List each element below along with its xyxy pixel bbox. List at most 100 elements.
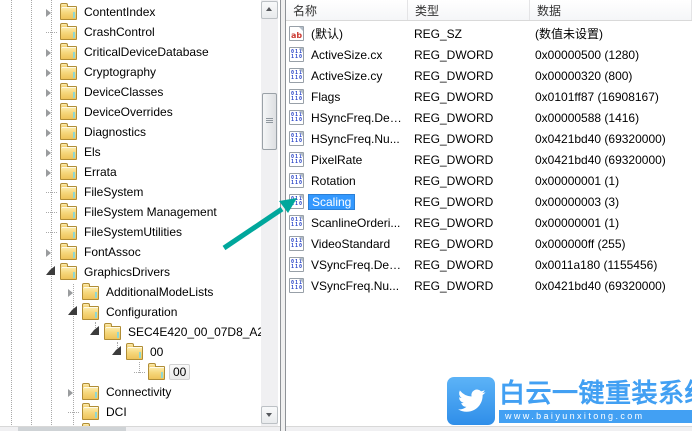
- value-row[interactable]: VSyncFreq.Nu... REG_DWORD 0x0421bd40 (6932…: [286, 275, 692, 296]
- collapse-expander-icon[interactable]: [112, 343, 126, 363]
- value-row[interactable]: ActiveSize.cy REG_DWORD 0x00000320 (800): [286, 65, 692, 86]
- tree-item[interactable]: DCI: [0, 402, 130, 422]
- collapse-expander-icon[interactable]: [68, 303, 82, 323]
- scroll-down-button[interactable]: [261, 406, 278, 424]
- tree-item[interactable]: FileSystem Management: [0, 202, 220, 222]
- column-header-type[interactable]: 类型: [408, 0, 530, 20]
- value-name[interactable]: ActiveSize.cx: [308, 47, 385, 63]
- expand-expander-icon[interactable]: [46, 83, 60, 103]
- tree-item[interactable]: ContentIndex: [0, 2, 158, 22]
- value-row[interactable]: HSyncFreq.Nu... REG_DWORD 0x0421bd40 (6932…: [286, 128, 692, 149]
- value-name[interactable]: ActiveSize.cy: [308, 68, 385, 84]
- value-row[interactable]: PixelRate REG_DWORD 0x0421bd40 (69320000): [286, 149, 692, 170]
- tree-connector: [46, 232, 57, 234]
- folder-icon: [60, 162, 77, 180]
- tree-item[interactable]: Els: [0, 142, 104, 162]
- scroll-up-button[interactable]: [261, 1, 278, 19]
- tree-vertical-scrollbar[interactable]: [261, 0, 278, 427]
- value-data: 0x0421bd40 (69320000): [535, 131, 666, 146]
- watermark-url: www.baiyunxitong.com: [499, 410, 692, 423]
- tree-item-label: DCI: [106, 405, 127, 419]
- tree-item[interactable]: Configuration: [0, 302, 180, 322]
- value-type: REG_DWORD: [414, 278, 494, 293]
- tree-item[interactable]: CriticalDeviceDatabase: [0, 42, 212, 62]
- expand-expander-icon[interactable]: [46, 43, 60, 63]
- expand-expander-icon[interactable]: [46, 163, 60, 183]
- tree-item[interactable]: FileSystemUtilities: [0, 222, 185, 242]
- value-data: 0x00000588 (1416): [535, 110, 640, 125]
- value-row[interactable]: Scaling REG_DWORD 0x00000003 (3): [286, 191, 692, 212]
- value-row[interactable]: Flags REG_DWORD 0x0101ff87 (16908167): [286, 86, 692, 107]
- scrollbar-thumb[interactable]: [18, 427, 126, 431]
- value-data: 0x00000003 (3): [535, 194, 620, 209]
- tree-horizontal-scrollbar[interactable]: [0, 426, 280, 431]
- value-name[interactable]: HSyncFreq.Den...: [308, 110, 408, 126]
- expand-expander-icon[interactable]: [46, 63, 60, 83]
- value-name[interactable]: Flags: [308, 89, 343, 105]
- value-row[interactable]: VSyncFreq.Den... REG_DWORD 0x0011a180 (115…: [286, 254, 692, 275]
- expand-expander-icon[interactable]: [46, 243, 60, 263]
- tree-item[interactable]: DeviceOverrides: [0, 102, 176, 122]
- tree-item-label: SEC4E420_00_07D8_A2^C: [128, 325, 279, 339]
- folder-icon: [60, 142, 77, 160]
- tree-item[interactable]: FileSystem: [0, 182, 146, 202]
- tree-connector: [134, 372, 145, 374]
- folder-icon: [60, 82, 77, 100]
- collapse-expander-icon[interactable]: [90, 323, 104, 343]
- value-row[interactable]: ActiveSize.cx REG_DWORD 0x00000500 (1280): [286, 44, 692, 65]
- tree-item-label: FileSystem Management: [84, 205, 217, 219]
- tree-item-label: DeviceOverrides: [84, 105, 173, 119]
- value-name[interactable]: VSyncFreq.Nu...: [308, 278, 402, 294]
- tree-item-label: 00: [150, 345, 164, 359]
- expand-expander-icon[interactable]: [68, 283, 82, 303]
- column-header-name[interactable]: 名称: [286, 0, 408, 20]
- tree-item[interactable]: GraphicsDrivers: [0, 262, 173, 282]
- twitter-bird-icon: [447, 377, 495, 425]
- value-row[interactable]: Rotation REG_DWORD 0x00000001 (1): [286, 170, 692, 191]
- value-name[interactable]: PixelRate: [308, 152, 365, 168]
- value-name[interactable]: Rotation: [308, 173, 359, 189]
- tree-item[interactable]: Connectivity: [0, 382, 174, 402]
- tree-connector: [46, 192, 57, 194]
- value-name[interactable]: HSyncFreq.Nu...: [308, 131, 403, 147]
- tree-item[interactable]: AdditionalModeLists: [0, 282, 216, 302]
- reg-dword-icon: [289, 236, 304, 251]
- reg-sz-icon: [289, 26, 304, 41]
- collapse-expander-icon[interactable]: [46, 263, 60, 283]
- value-name[interactable]: VSyncFreq.Den...: [308, 257, 408, 273]
- tree-item[interactable]: SEC4E420_00_07D8_A2^C: [0, 322, 280, 343]
- list-horizontal-scrollbar[interactable]: [286, 426, 692, 431]
- expand-expander-icon[interactable]: [68, 383, 82, 403]
- expand-expander-icon[interactable]: [46, 123, 60, 143]
- tree-item[interactable]: Errata: [0, 162, 120, 182]
- tree-item-label: CriticalDeviceDatabase: [84, 45, 209, 59]
- tree-item-label: ContentIndex: [84, 5, 156, 19]
- value-row[interactable]: (默认) REG_SZ (数值未设置): [286, 23, 692, 44]
- expand-expander-icon[interactable]: [46, 3, 60, 23]
- folder-icon: [60, 222, 77, 240]
- value-row[interactable]: ScanlineOrderi... REG_DWORD 0x00000001 (1): [286, 212, 692, 233]
- tree-item[interactable]: Diagnostics: [0, 122, 149, 142]
- tree-item-label: DeviceClasses: [84, 85, 164, 99]
- value-name[interactable]: ScanlineOrderi...: [308, 215, 403, 231]
- tree-item-label: Errata: [84, 165, 117, 179]
- tree-item[interactable]: DeviceClasses: [0, 82, 166, 102]
- tree-item[interactable]: CrashControl: [0, 22, 158, 42]
- value-type: REG_DWORD: [414, 257, 494, 272]
- value-type: REG_DWORD: [414, 215, 494, 230]
- list-rows: (默认) REG_SZ (数值未设置) ActiveSize.cx REG_DWORD 0…: [286, 21, 692, 431]
- tree-item[interactable]: Cryptography: [0, 62, 159, 82]
- value-name[interactable]: VideoStandard: [308, 236, 393, 252]
- value-row[interactable]: VideoStandard REG_DWORD 0x000000ff (255): [286, 233, 692, 254]
- scrollbar-thumb[interactable]: [262, 93, 277, 150]
- tree-item[interactable]: 00: [0, 342, 166, 362]
- column-header-data[interactable]: 数据: [530, 0, 692, 20]
- tree-item[interactable]: 00: [0, 362, 191, 382]
- regedit-window: { "app": {"name": "Registry Editor"}, "t…: [0, 0, 692, 431]
- expand-expander-icon[interactable]: [46, 103, 60, 123]
- expand-expander-icon[interactable]: [46, 143, 60, 163]
- value-name[interactable]: Scaling: [308, 193, 356, 210]
- tree-item[interactable]: FontAssoc: [0, 242, 144, 262]
- value-name[interactable]: (默认): [308, 24, 346, 43]
- value-row[interactable]: HSyncFreq.Den... REG_DWORD 0x00000588 (141…: [286, 107, 692, 128]
